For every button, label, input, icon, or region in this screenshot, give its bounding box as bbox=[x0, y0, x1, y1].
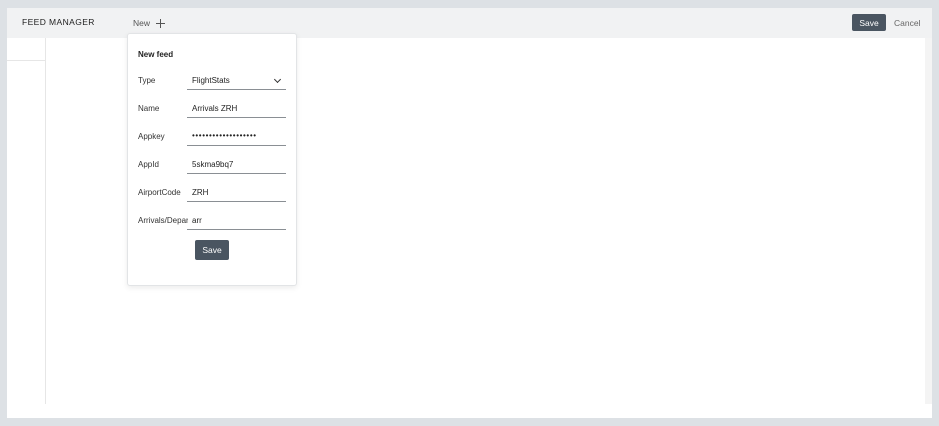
appkey-label: Appkey bbox=[138, 132, 165, 141]
appkey-input[interactable]: ••••••••••••••••••• bbox=[187, 128, 286, 146]
type-label: Type bbox=[138, 76, 156, 85]
name-value: Arrivals ZRH bbox=[192, 104, 238, 113]
feed-manager-window: FEED MANAGER New Save Cancel New feed Ty… bbox=[7, 8, 932, 418]
airportcode-label: AirportCode bbox=[138, 188, 181, 197]
appid-value: 5skma9bq7 bbox=[192, 160, 234, 169]
cancel-button[interactable]: Cancel bbox=[894, 18, 920, 28]
arrivals-departures-input[interactable]: arr bbox=[187, 212, 286, 230]
arrivals-departures-label: Arrivals/Departures bbox=[138, 216, 188, 225]
appkey-value: ••••••••••••••••••• bbox=[192, 131, 257, 140]
arrivals-departures-value: arr bbox=[192, 216, 202, 225]
airportcode-input[interactable]: ZRH bbox=[187, 184, 286, 202]
appkey-row: Appkey ••••••••••••••••••• bbox=[138, 128, 288, 146]
save-button[interactable]: Save bbox=[852, 14, 886, 31]
new-feed-button[interactable]: New bbox=[133, 16, 166, 30]
feed-list bbox=[7, 38, 46, 404]
airportcode-row: AirportCode ZRH bbox=[138, 184, 288, 202]
type-select[interactable]: FlightStats bbox=[187, 72, 286, 90]
new-feed-panel: New feed Type FlightStats Name Arrivals … bbox=[127, 33, 297, 286]
name-row: Name Arrivals ZRH bbox=[138, 100, 288, 118]
name-label: Name bbox=[138, 104, 160, 113]
app-title: FEED MANAGER bbox=[22, 17, 95, 27]
form-save-button[interactable]: Save bbox=[195, 240, 229, 260]
new-label: New bbox=[133, 18, 151, 28]
type-value: FlightStats bbox=[192, 76, 230, 85]
name-input[interactable]: Arrivals ZRH bbox=[187, 100, 286, 118]
appid-label: AppId bbox=[138, 160, 159, 169]
feed-list-divider bbox=[7, 60, 45, 61]
appid-row: AppId 5skma9bq7 bbox=[138, 156, 288, 174]
type-row: Type FlightStats bbox=[138, 72, 288, 90]
plus-icon bbox=[156, 18, 166, 28]
panel-title: New feed bbox=[138, 50, 174, 59]
arrivals-departures-row: Arrivals/Departures arr bbox=[138, 212, 288, 230]
scrollbar[interactable] bbox=[925, 38, 932, 404]
airportcode-value: ZRH bbox=[192, 188, 209, 197]
appid-input[interactable]: 5skma9bq7 bbox=[187, 156, 286, 174]
